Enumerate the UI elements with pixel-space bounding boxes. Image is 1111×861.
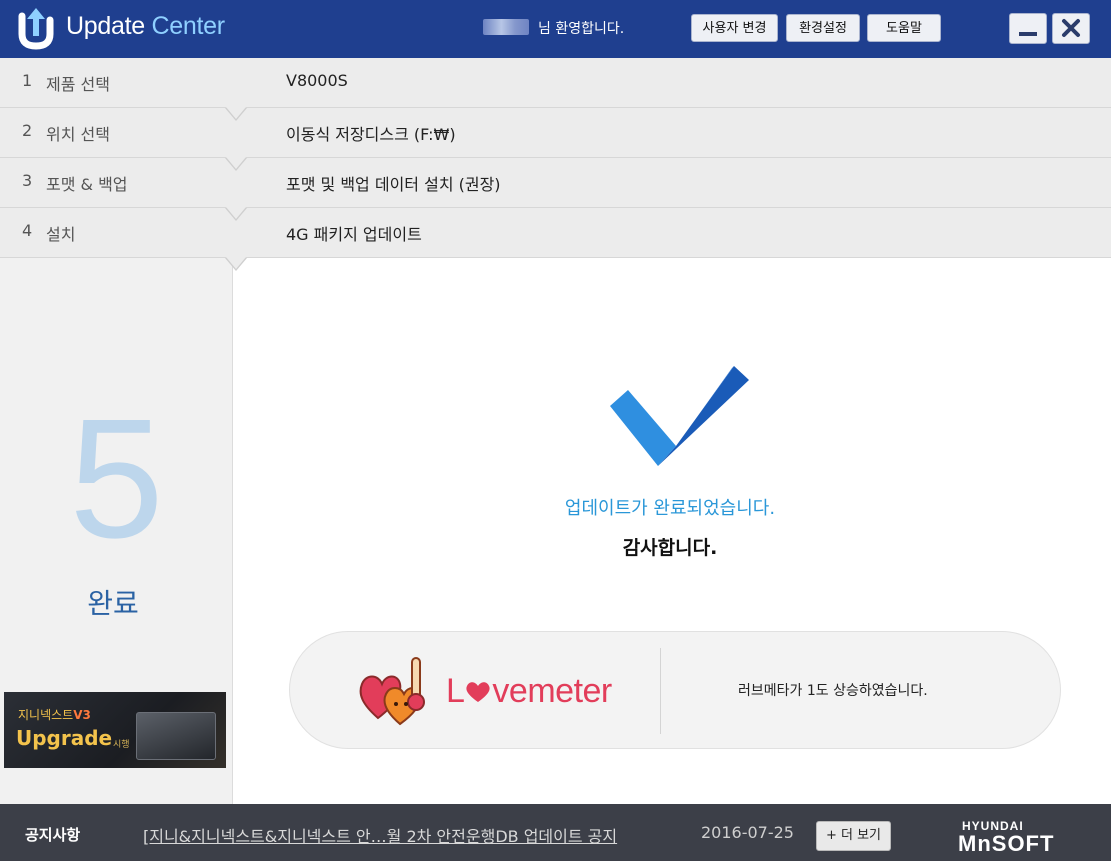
step-value: 이동식 저장디스크 (F:₩) <box>286 125 456 144</box>
lovemeter-hearts-icon <box>359 657 425 726</box>
current-step-panel: 5 완료 지니넥스트V3 Upgrade 시행 <box>0 258 233 804</box>
title-bar: Update Center 님 환영합니다. 사용자 변경 환경설정 도움말 <box>0 0 1111 58</box>
step-name: 제품 선택 <box>46 75 110 94</box>
close-icon <box>1062 19 1080 37</box>
brand-logo-bottom: MnSOFT <box>958 831 1055 856</box>
update-complete-message: 업데이트가 완료되었습니다. <box>564 498 776 519</box>
step-number: 3 <box>22 171 33 190</box>
lovemeter-message: 러브메타가 1도 상승하였습니다. <box>738 683 928 699</box>
step-row-location: 2 위치 선택 이동식 저장디스크 (F:₩) <box>0 108 1111 171</box>
notice-date: 2016-07-25 <box>701 823 794 842</box>
step-notch <box>226 257 246 269</box>
help-button[interactable]: 도움말 <box>867 14 941 42</box>
heart-icon <box>466 682 491 702</box>
navigation-device-image <box>136 712 216 760</box>
step-row-install: 4 설치 4G 패키지 업데이트 <box>0 208 1111 271</box>
lovemeter-logo: Lvemeter <box>446 672 612 711</box>
lovemeter-logo-rest: vemeter <box>492 672 612 710</box>
step-row-product: 1 제품 선택 V8000S <box>0 58 1111 121</box>
current-step-number: 5 <box>69 384 164 574</box>
step-number: 1 <box>22 71 33 90</box>
welcome-text: 님 환영합니다. <box>538 21 625 37</box>
more-notices-button[interactable]: + 더 보기 <box>816 821 891 851</box>
step-row-format-backup: 3 포맷 & 백업 포맷 및 백업 데이터 설치 (권장) <box>0 158 1111 221</box>
app-title-suffix: Center <box>151 12 225 40</box>
banner-start-text: 시행 <box>113 740 130 750</box>
thanks-message: 감사합니다. <box>622 537 718 559</box>
minimize-button[interactable] <box>1009 13 1047 44</box>
current-step-label: 완료 <box>87 587 139 620</box>
banner-version: V3 <box>73 708 91 722</box>
step-value: 포맷 및 백업 데이터 설치 (권장) <box>286 175 501 194</box>
step-value: V8000S <box>286 71 348 90</box>
step-number: 2 <box>22 121 33 140</box>
notice-label: 공지사항 <box>25 826 81 844</box>
settings-button[interactable]: 환경설정 <box>786 14 860 42</box>
step-number: 4 <box>22 221 33 240</box>
step-name: 설치 <box>46 225 76 244</box>
step-notch <box>226 207 246 219</box>
banner-upgrade-text: Upgrade <box>16 726 113 750</box>
step-name: 포맷 & 백업 <box>46 175 128 194</box>
step-name: 위치 선택 <box>46 125 110 144</box>
app-title-prefix: Update <box>66 12 145 40</box>
banner-product: 지니넥스트V3 <box>18 706 91 723</box>
lovemeter-card: Lvemeter 러브메타가 1도 상승하였습니다. <box>289 631 1061 749</box>
update-logo-icon <box>18 8 54 50</box>
change-user-button[interactable]: 사용자 변경 <box>691 14 778 42</box>
lovemeter-logo-l: L <box>446 672 465 710</box>
minimize-icon <box>1019 32 1037 36</box>
notice-title-link[interactable]: [지니&지니넥스트&지니넥스트 안…월 2차 안전운행DB 업데이트 공지 <box>143 823 617 847</box>
upgrade-banner[interactable]: 지니넥스트V3 Upgrade 시행 <box>4 692 226 768</box>
footer-bar: 공지사항 [지니&지니넥스트&지니넥스트 안…월 2차 안전운행DB 업데이트 … <box>0 804 1111 861</box>
step-notch <box>226 157 246 169</box>
banner-product-name: 지니넥스트 <box>18 708 74 722</box>
user-name-blurred <box>483 19 529 35</box>
close-button[interactable] <box>1052 13 1090 44</box>
step-value: 4G 패키지 업데이트 <box>286 225 422 244</box>
checkmark-icon <box>610 366 749 466</box>
app-title: Update Center <box>66 12 225 41</box>
step-notch <box>226 107 246 119</box>
lovemeter-divider <box>660 648 661 734</box>
